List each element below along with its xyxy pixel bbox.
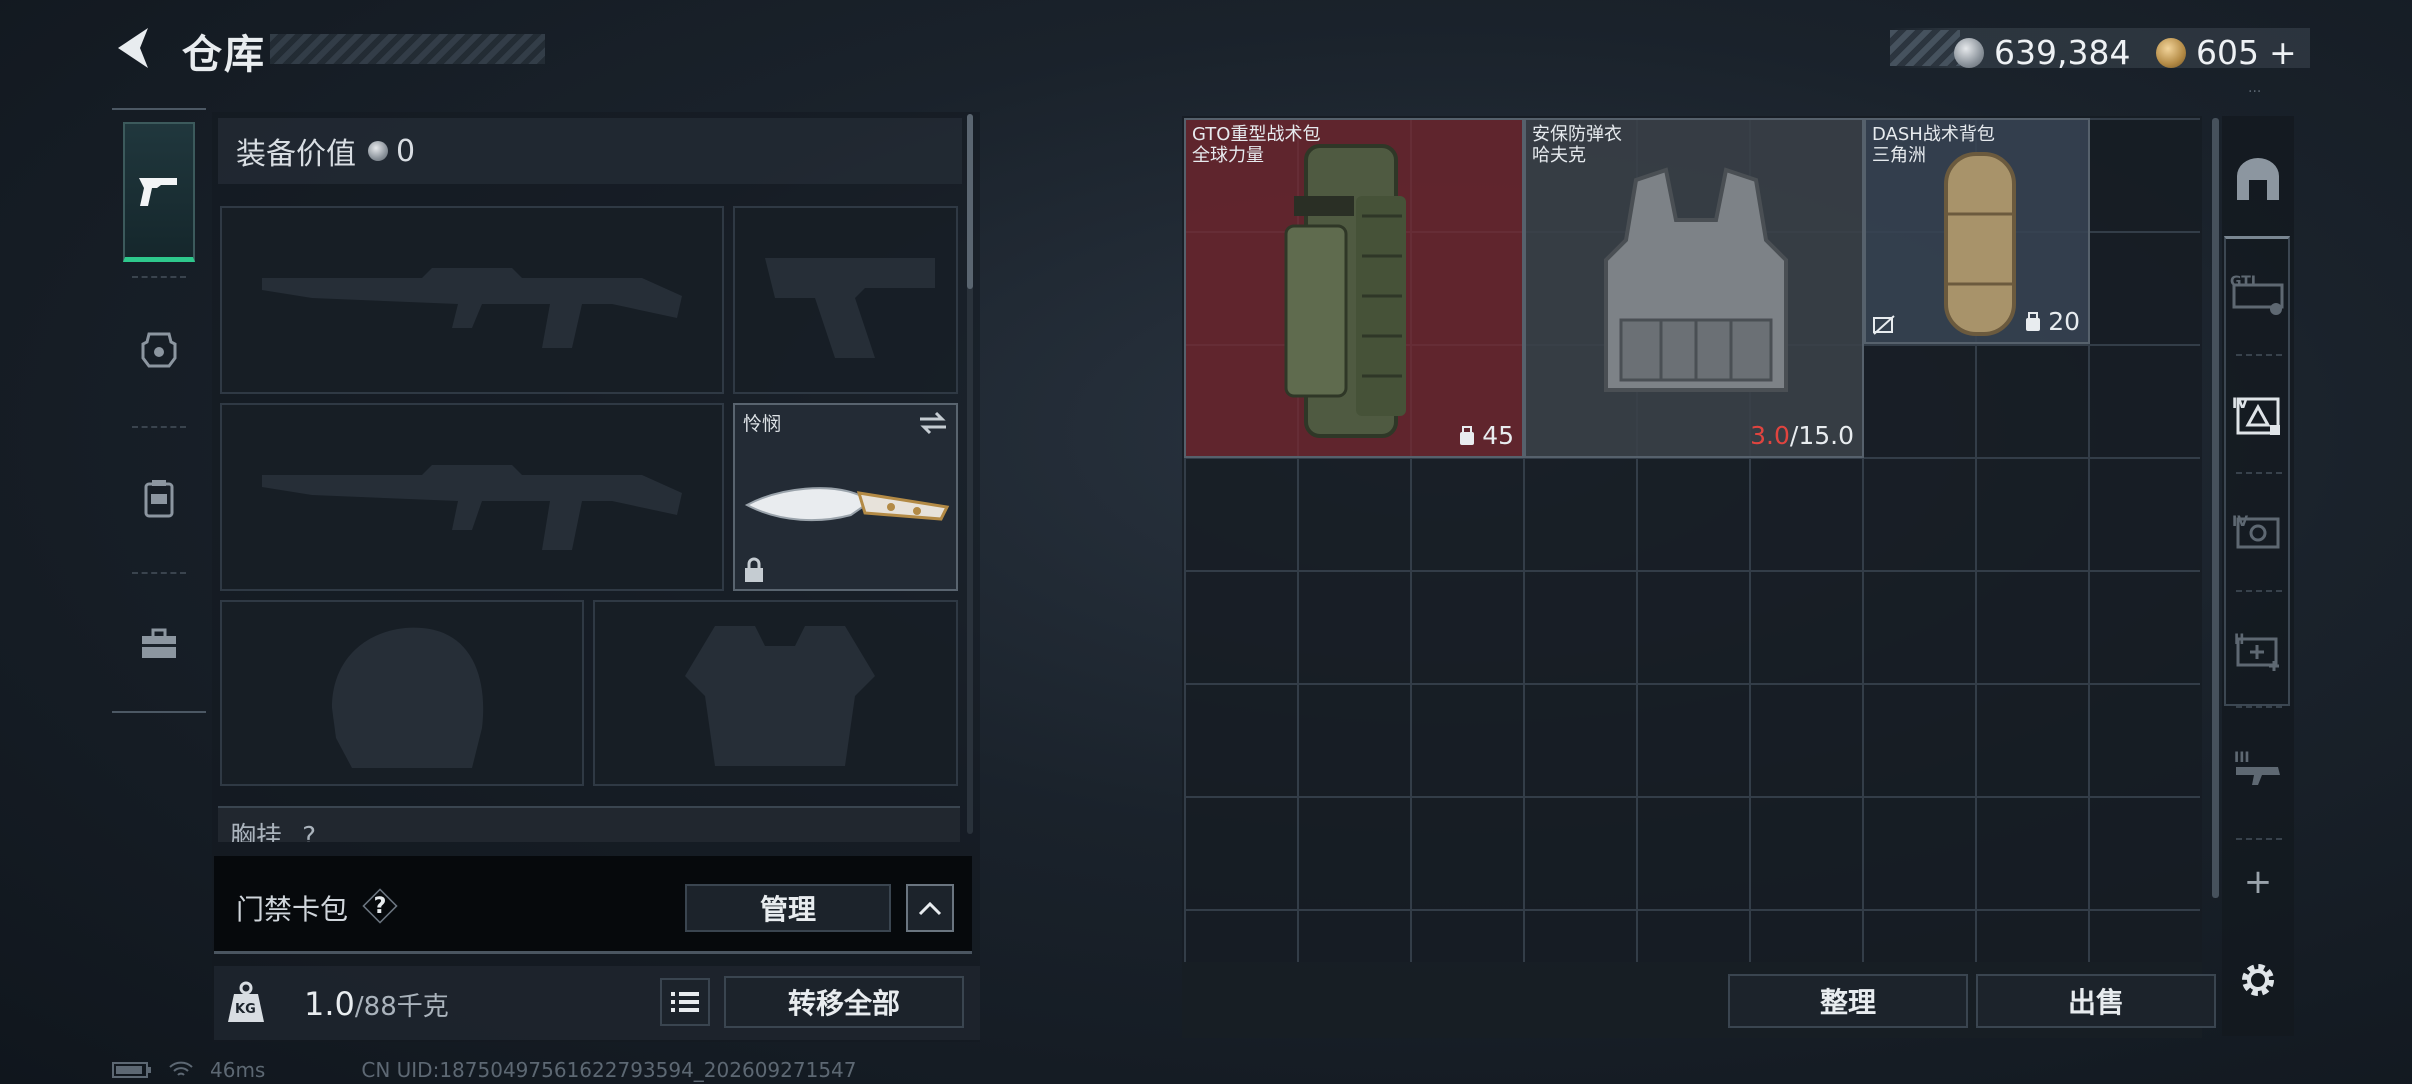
back-arrow-icon <box>118 28 148 68</box>
silver-coin-icon <box>1954 37 1984 68</box>
pistol-silhouette-icon <box>765 258 935 358</box>
category-rail <box>112 108 206 713</box>
equipment-value: 0 <box>396 133 416 169</box>
ping-text: 46ms <box>210 1058 266 1082</box>
stash-item-gto-backpack[interactable]: GTO重型战术包 全球力量 45 <box>1184 118 1524 458</box>
capacity-icon <box>1460 425 1475 445</box>
stash-item-body-armor[interactable]: 安保防弹衣 哈夫克 3.0/15.0 <box>1524 118 1864 458</box>
slot-helmet[interactable] <box>220 600 584 786</box>
weight-icon: KG <box>226 980 266 1024</box>
weight-current: 1.0 <box>304 985 355 1023</box>
battery-icon <box>112 1062 151 1078</box>
pistol-icon <box>139 177 177 206</box>
gold-amount: 605 <box>2196 33 2259 72</box>
chest-help-icon[interactable]: ? <box>302 822 316 842</box>
loadout-scrollbar[interactable] <box>967 114 973 289</box>
keycard-label: 门禁卡包 <box>236 893 349 926</box>
rifle-silhouette-icon <box>262 465 682 550</box>
armor-vest-image <box>1604 167 1788 392</box>
stash-home-icon <box>2237 158 2279 200</box>
knife-icon <box>744 487 950 522</box>
collapse-button[interactable] <box>906 884 954 932</box>
rail-item-toolbox[interactable] <box>112 574 206 714</box>
rail-item-weapons[interactable] <box>123 122 195 262</box>
slot-body-armor[interactable] <box>593 600 958 786</box>
sell-button[interactable]: 出售 <box>1976 974 2216 1028</box>
keycard-help-icon[interactable]: ? <box>364 890 396 922</box>
slot-pistol[interactable] <box>733 206 958 394</box>
sort-button[interactable]: 整理 <box>1728 974 1968 1028</box>
gear-icon <box>2242 964 2274 996</box>
uid-text: CN UID:18750497561622793594_202609271547 <box>361 1058 857 1082</box>
rail-item-armor[interactable] <box>112 280 206 420</box>
backpack-icon <box>144 480 174 518</box>
slot-primary-weapon[interactable] <box>220 206 724 394</box>
silver-coin-icon <box>368 141 388 161</box>
lock-icon <box>745 557 763 582</box>
slot-secondary-weapon[interactable] <box>220 403 724 591</box>
stash-tab-iv-b[interactable]: IV <box>2222 474 2294 592</box>
stash-scrollbar[interactable] <box>2212 118 2219 898</box>
back-button[interactable] <box>108 22 156 74</box>
stash-item-dash-backpack[interactable]: DASH战术背包 三角洲 20 <box>1864 118 2090 344</box>
page-title: 仓库 <box>182 32 266 78</box>
armor-silhouette-icon <box>685 626 875 766</box>
melee-name: 怜悯 <box>743 413 782 435</box>
gold-currency[interactable]: 605 + <box>2156 33 2297 72</box>
list-view-button[interactable] <box>660 978 710 1026</box>
silver-currency: 639,384 <box>1954 33 2130 72</box>
add-stash-tab-button[interactable]: + <box>2222 842 2294 922</box>
item-durability: 3.0/15.0 <box>1750 421 1854 450</box>
stash-tab-ii[interactable]: II <box>2222 592 2294 710</box>
equipment-value-header: 装备价值 0 <box>218 118 962 184</box>
rifle-silhouette-icon <box>262 268 682 348</box>
gold-coin-icon <box>2156 37 2186 68</box>
add-currency-icon[interactable]: + <box>2269 33 2297 72</box>
capacity-icon <box>2026 311 2041 331</box>
stash-tab-iii[interactable]: III <box>2222 710 2294 828</box>
silver-amount: 639,384 <box>1994 33 2131 72</box>
backpack-image <box>1284 144 1406 438</box>
chest-rig-section[interactable]: 胸挂 ? <box>218 806 960 842</box>
slot-melee[interactable]: 怜悯 <box>733 403 958 591</box>
equipment-value-label: 装备价值 <box>236 137 356 172</box>
transfer-all-button[interactable]: 转移全部 <box>724 976 964 1028</box>
wifi-icon <box>169 1061 193 1076</box>
mini-indicator: ... <box>2248 80 2262 96</box>
currency-decoration <box>1890 30 1960 66</box>
title-decoration <box>270 34 545 64</box>
swap-icon[interactable] <box>918 411 948 435</box>
stash-tab-iv-a[interactable]: IV <box>2222 356 2294 474</box>
settings-button[interactable] <box>2222 940 2294 1020</box>
status-bar: 46ms CN UID:18750497561622793594_2026092… <box>112 1058 857 1082</box>
manage-button[interactable]: 管理 <box>685 884 891 932</box>
list-icon <box>671 992 699 1012</box>
stash-tab-gti[interactable]: GTI <box>2222 236 2294 354</box>
item-title: DASH战术背包 <box>1872 124 1995 145</box>
duffel-backpack-image <box>1944 152 2016 336</box>
rail-item-backpack[interactable] <box>112 428 206 568</box>
chevron-up-icon <box>918 901 942 916</box>
no-insure-icon <box>1873 315 1895 335</box>
stash-tab-home[interactable] <box>2222 120 2294 238</box>
item-capacity: 45 <box>1458 421 1514 450</box>
item-capacity: 20 <box>2024 307 2080 336</box>
item-title: 安保防弹衣 <box>1532 124 1622 145</box>
chest-rig-label: 胸挂 <box>230 822 283 842</box>
toolbox-icon <box>142 628 176 658</box>
weight-readout: 1.0/88千克 <box>304 985 449 1023</box>
weight-max: /88 <box>354 992 397 1022</box>
weight-unit: 千克 <box>396 992 449 1022</box>
helmet-icon <box>141 332 177 368</box>
helmet-silhouette-icon <box>332 627 484 768</box>
